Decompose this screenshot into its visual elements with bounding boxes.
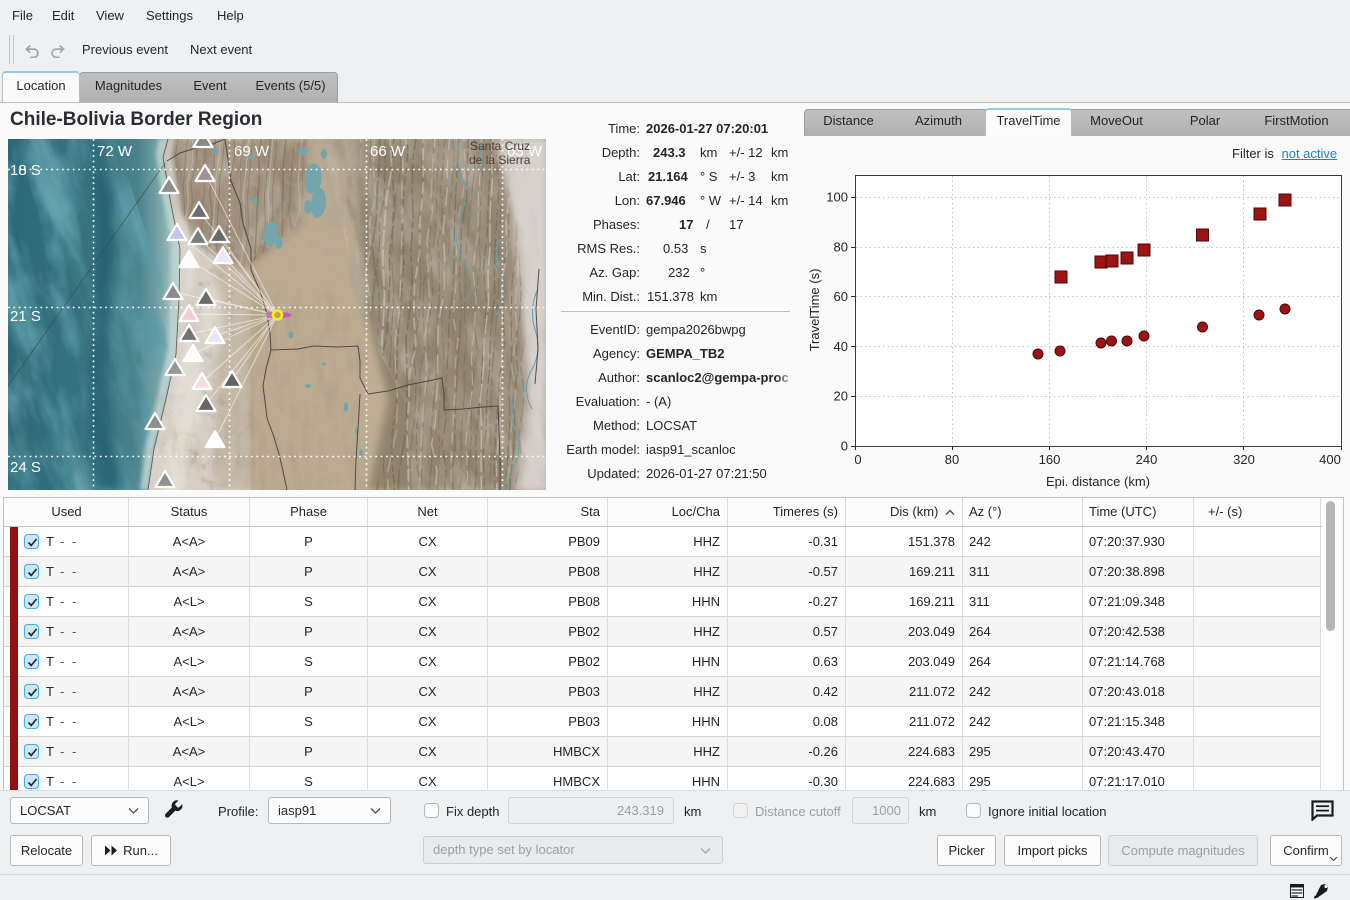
svg-text:400: 400 [1319, 452, 1341, 467]
svg-text:Santa Cruz: Santa Cruz [470, 139, 530, 153]
svg-text:72 W: 72 W [97, 143, 133, 160]
svg-text:60: 60 [834, 289, 848, 304]
svg-text:80: 80 [834, 239, 848, 254]
svg-text:18 S: 18 S [10, 162, 41, 179]
svg-text:20: 20 [834, 389, 848, 404]
svg-text:de la Sierra: de la Sierra [469, 153, 531, 167]
svg-text:0: 0 [854, 452, 861, 467]
svg-text:Epi. distance (km): Epi. distance (km) [1046, 474, 1150, 489]
svg-text:24 S: 24 S [10, 459, 41, 476]
svg-text:0: 0 [841, 439, 848, 454]
svg-text:40: 40 [834, 339, 848, 354]
svg-text:80: 80 [945, 452, 959, 467]
svg-text:240: 240 [1136, 452, 1158, 467]
svg-text:69 W: 69 W [234, 143, 270, 160]
svg-text:21 S: 21 S [10, 308, 41, 325]
svg-text:160: 160 [1039, 452, 1061, 467]
svg-text:320: 320 [1233, 452, 1255, 467]
svg-text:66 W: 66 W [370, 143, 406, 160]
svg-text:100: 100 [826, 190, 848, 205]
svg-text:TravelTime (s): TravelTime (s) [807, 269, 822, 352]
